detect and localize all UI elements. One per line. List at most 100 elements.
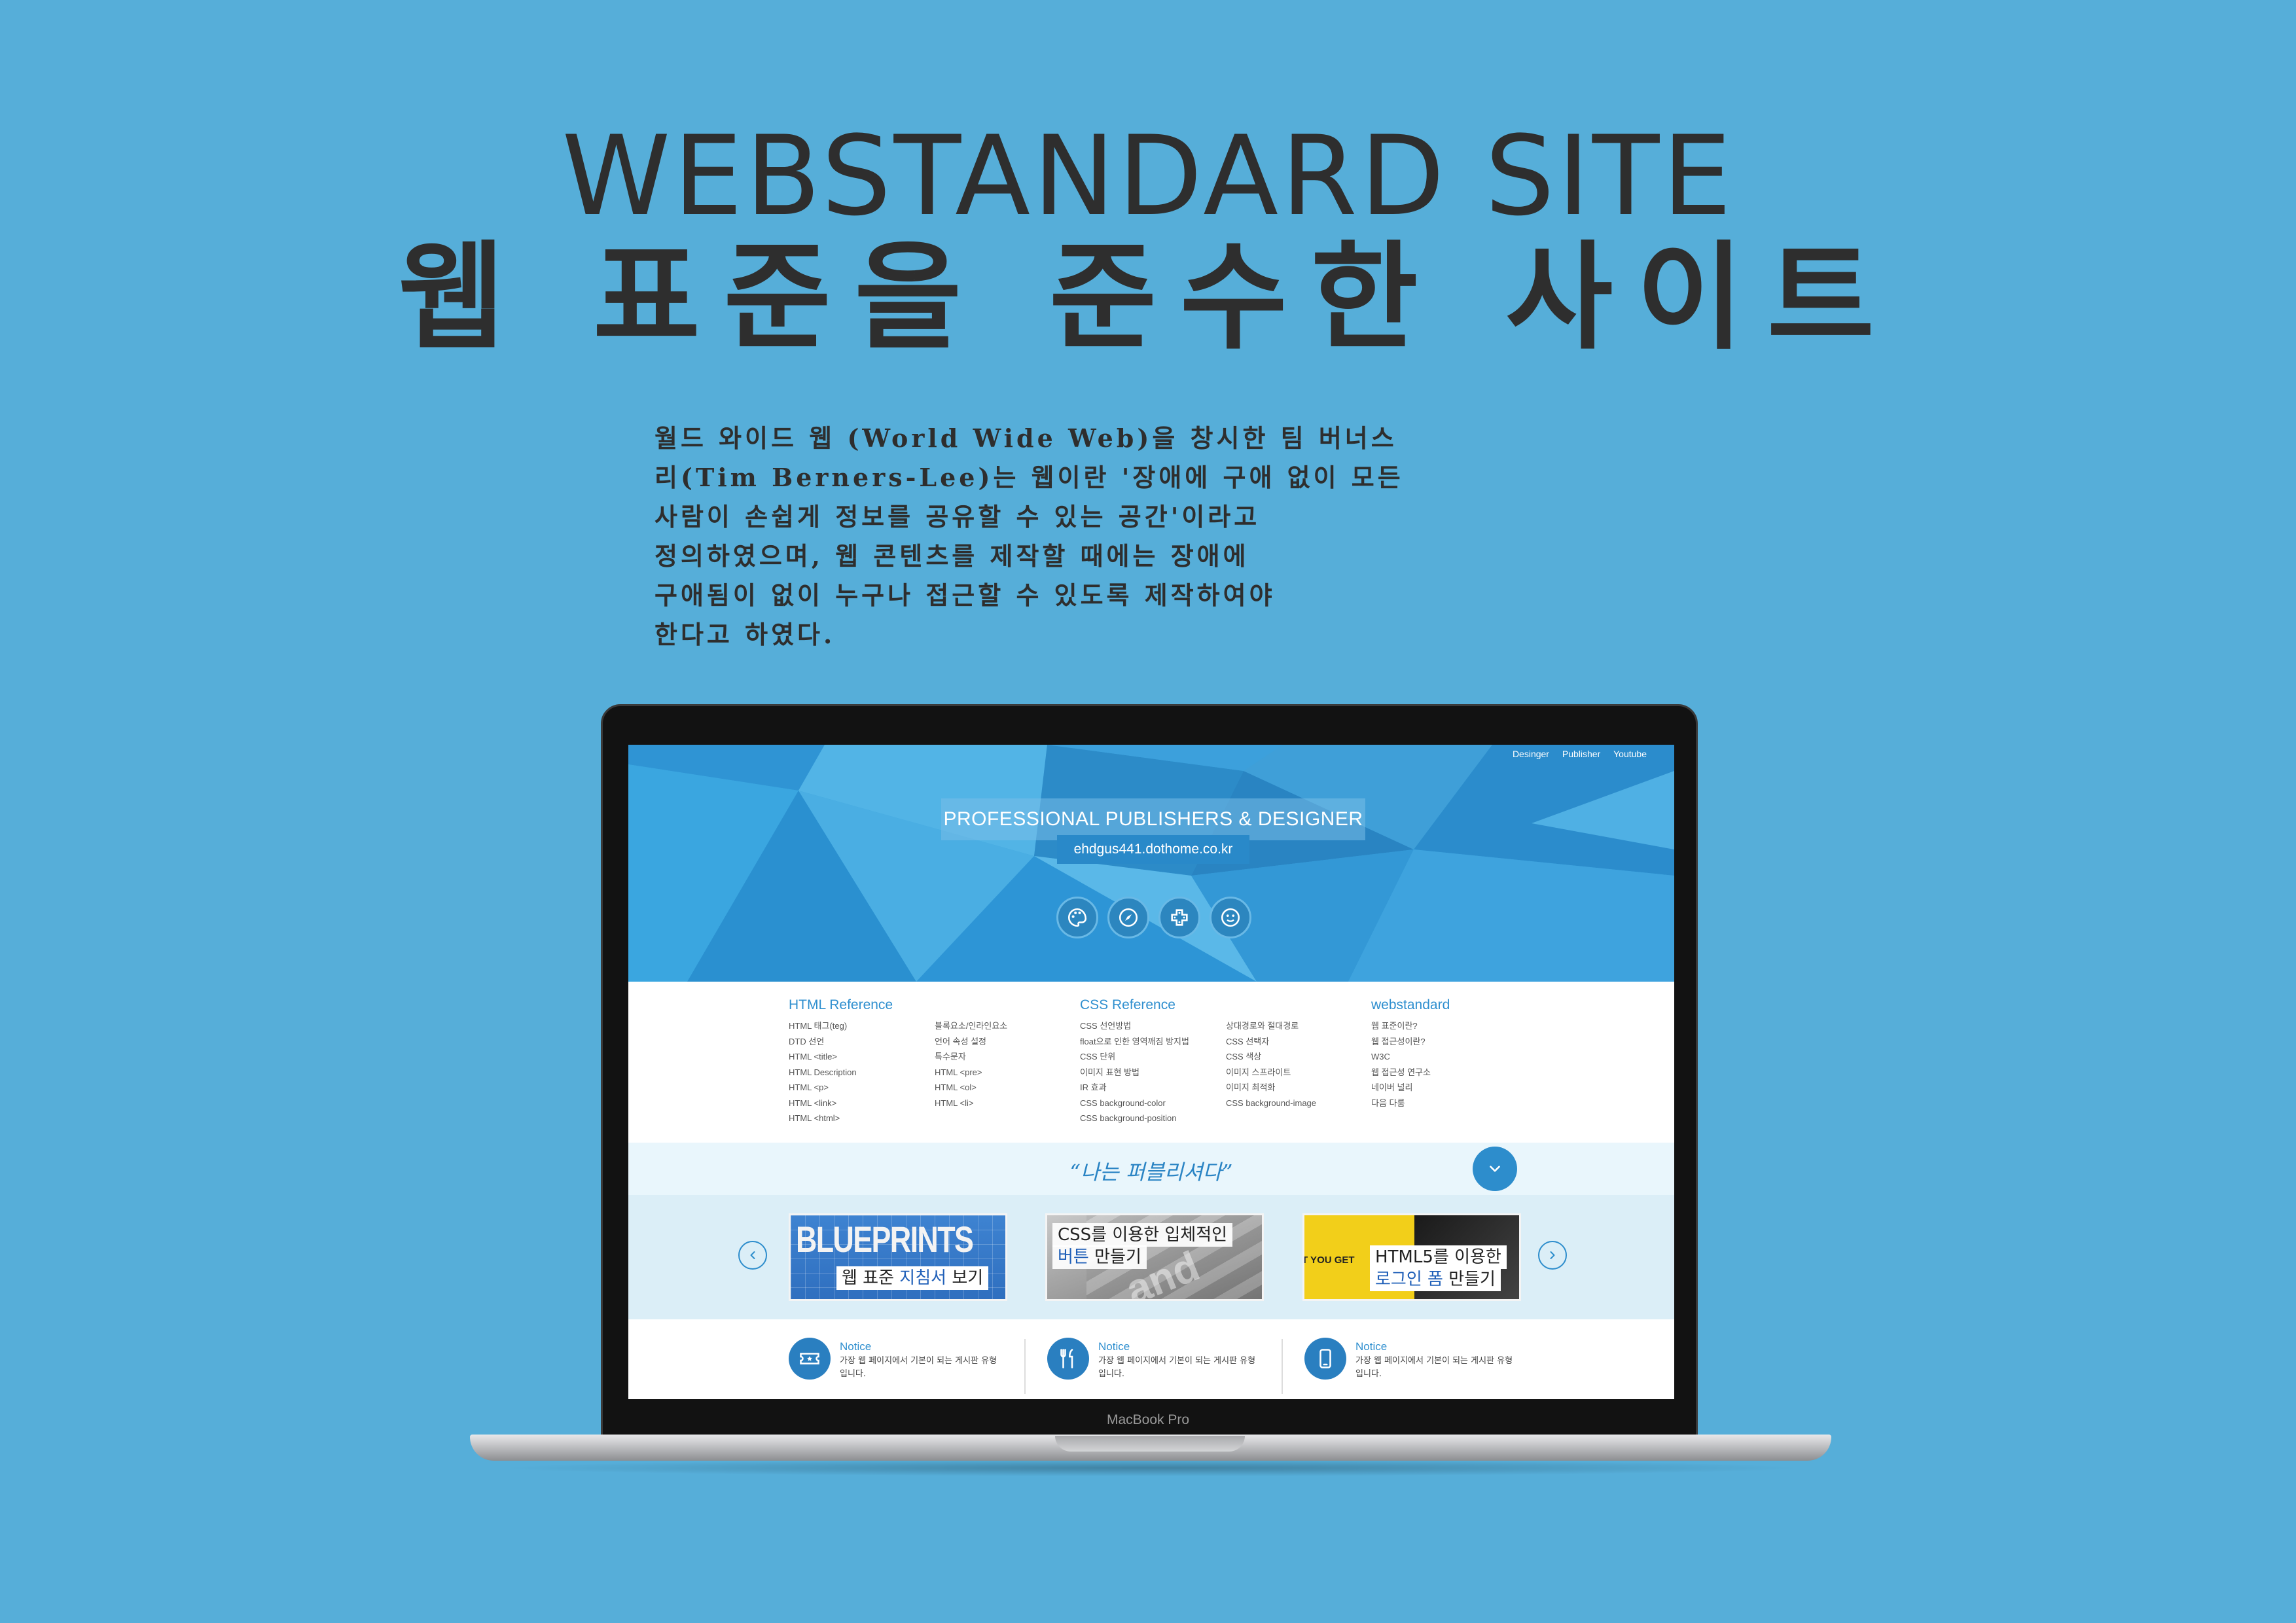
nav-publisher-link[interactable]: Publisher [1562, 749, 1600, 759]
laptop-screen: Desinger Publisher Youtube PROFESSIONAL … [628, 745, 1674, 1399]
ref-link[interactable]: HTML <pre> [935, 1065, 1007, 1080]
ref-link[interactable]: DTD 선언 [789, 1034, 857, 1050]
chevron-down-icon [1490, 1166, 1500, 1172]
divider [1024, 1339, 1026, 1394]
ref-link[interactable]: HTML 태그(teg) [789, 1018, 857, 1034]
ref-link[interactable]: 웹 접근성이란? [1371, 1034, 1431, 1050]
banner-css-button[interactable]: and inte CSS를 이용한 입체적인 버튼 만들기 [1045, 1213, 1264, 1301]
caption-highlight: 지침서 [899, 1268, 947, 1288]
banner-login-form[interactable]: T YOU GET HTML5를 이용한 로그인 폼 만들기 [1302, 1213, 1521, 1301]
intro-line: 리(Tim Berners-Lee)는 웹이란 '장애에 구애 없이 모든 [655, 463, 1404, 492]
ref-link[interactable]: 이미지 표현 방법 [1080, 1065, 1189, 1080]
webstandard-list: 웹 표준이란? 웹 접근성이란? W3C 웹 접근성 연구소 네이버 널리 다음… [1371, 1018, 1431, 1111]
ticket-icon [789, 1338, 831, 1380]
banner-image-text: BLUEPRINTS [796, 1219, 974, 1260]
banner-caption-line2: 버튼 만들기 [1052, 1245, 1147, 1269]
palette-icon[interactable] [1056, 897, 1098, 938]
notice-card[interactable]: Notice 가장 웹 페이지에서 기본이 되는 게시판 유형입니다. [1047, 1338, 1263, 1393]
ref-link[interactable]: 블록요소/인라인요소 [935, 1018, 1007, 1034]
notice-title: Notice [1355, 1340, 1388, 1353]
ref-link[interactable]: CSS 선택자 [1226, 1034, 1316, 1050]
headline-english: WEBSTANDARD SITE [562, 112, 1734, 240]
ref-link[interactable]: HTML <html> [789, 1111, 857, 1126]
banner-caption-line2: 로그인 폼 만들기 [1370, 1268, 1501, 1291]
ref-link[interactable]: float으로 인한 영역깨짐 방지법 [1080, 1034, 1189, 1050]
face-icon[interactable] [1210, 897, 1251, 938]
ref-link[interactable]: CSS 선언방법 [1080, 1018, 1189, 1034]
site-hero: Desinger Publisher Youtube PROFESSIONAL … [628, 745, 1674, 982]
ref-link[interactable]: 특수문자 [935, 1049, 1007, 1065]
ref-link[interactable]: CSS background-color [1080, 1096, 1189, 1111]
webstandard-heading[interactable]: webstandard [1371, 997, 1450, 1013]
html-reference-list-2: 블록요소/인라인요소 언어 속성 설정 특수문자 HTML <pre> HTML… [935, 1018, 1007, 1111]
caption-highlight: 버튼 [1058, 1247, 1089, 1267]
intro-line: 한다고 하였다. [655, 620, 836, 649]
caption-text: 보기 [946, 1268, 984, 1288]
banner-caption: 웹 표준 지침서 보기 [836, 1266, 989, 1290]
ref-link[interactable]: IR 효과 [1080, 1080, 1189, 1096]
ref-link[interactable]: 웹 접근성 연구소 [1371, 1065, 1431, 1080]
ref-link[interactable]: CSS 단위 [1080, 1049, 1189, 1065]
ref-link[interactable]: HTML <li> [935, 1096, 1007, 1111]
intro-line: 사람이 손쉽게 정보를 공유할 수 있는 공간'이라고 [655, 502, 1261, 531]
laptop-model-label: MacBook Pro [1106, 1412, 1190, 1427]
notice-title: Notice [840, 1340, 872, 1353]
caption-text: 웹 표준 [842, 1268, 900, 1288]
banner-image-text: T YOU GET [1302, 1255, 1355, 1266]
nav-designer-link[interactable]: Desinger [1513, 749, 1549, 759]
ref-link[interactable]: CSS 색상 [1226, 1049, 1316, 1065]
intro-line: 구애됨이 없이 누구나 접근할 수 있도록 제작하여야 [655, 580, 1276, 610]
ref-link[interactable]: 다음 다룸 [1371, 1096, 1431, 1111]
ref-link[interactable]: 언어 속성 설정 [935, 1034, 1007, 1050]
ref-link[interactable]: 이미지 최적화 [1226, 1080, 1316, 1096]
slogan-bar: “나는 퍼블리셔다” [628, 1143, 1674, 1195]
intro-paragraph: 월드 와이드 웹 (World Wide Web)을 창시한 팀 버너스 리(T… [655, 419, 1617, 654]
site-top-nav: Desinger Publisher Youtube [1502, 749, 1647, 759]
ref-link[interactable]: 네이버 널리 [1371, 1080, 1431, 1096]
ref-link[interactable]: 상대경로와 절대경로 [1226, 1018, 1316, 1034]
caption-text: 만들기 [1443, 1270, 1496, 1289]
ref-link[interactable]: CSS background-image [1226, 1096, 1316, 1111]
ref-link[interactable]: HTML <p> [789, 1080, 857, 1096]
carousel-next-button[interactable] [1538, 1241, 1567, 1270]
ref-link[interactable]: W3C [1371, 1049, 1431, 1065]
ref-link[interactable]: 이미지 스프라이트 [1226, 1065, 1316, 1080]
carousel-prev-button[interactable] [738, 1241, 767, 1270]
ref-link[interactable]: HTML <link> [789, 1096, 857, 1111]
intro-line: 월드 와이드 웹 (World Wide Web)을 창시한 팀 버너스 [655, 423, 1397, 453]
banner-caption-line1: HTML5를 이용한 [1370, 1245, 1507, 1269]
ref-link[interactable]: HTML Description [789, 1065, 857, 1080]
laptop-base-notch [1055, 1436, 1245, 1452]
ref-link[interactable]: HTML <title> [789, 1049, 857, 1065]
laptop-shadow [497, 1459, 1806, 1476]
headline-korean: 웹 표준을 준수한 사이트 [398, 228, 1898, 365]
css-reference-heading[interactable]: CSS Reference [1080, 997, 1175, 1013]
hero-url[interactable]: ehdgus441.dothome.co.kr [1057, 835, 1249, 864]
css-reference-list-2: 상대경로와 절대경로 CSS 선택자 CSS 색상 이미지 스프라이트 이미지 … [1226, 1018, 1316, 1111]
divider [1282, 1339, 1283, 1394]
nav-youtube-link[interactable]: Youtube [1613, 749, 1647, 759]
css-reference-list: CSS 선언방법 float으로 인한 영역깨짐 방지법 CSS 단위 이미지 … [1080, 1018, 1189, 1126]
notice-card[interactable]: Notice 가장 웹 페이지에서 기본이 되는 게시판 유형입니다. [1304, 1338, 1520, 1393]
notice-description: 가장 웹 페이지에서 기본이 되는 게시판 유형입니다. [840, 1356, 997, 1379]
gamepad-icon[interactable] [1158, 897, 1200, 938]
banner-blueprints[interactable]: BLUEPRINTS 웹 표준 지침서 보기 [789, 1213, 1007, 1301]
compass-icon[interactable] [1107, 897, 1149, 938]
ref-link[interactable]: 웹 표준이란? [1371, 1018, 1431, 1034]
notice-title: Notice [1098, 1340, 1130, 1353]
ref-link[interactable]: CSS background-position [1080, 1111, 1189, 1126]
chevron-right-icon [1550, 1251, 1555, 1259]
caption-highlight: 로그인 폼 [1375, 1270, 1443, 1289]
banner-carousel: BLUEPRINTS 웹 표준 지침서 보기 and inte CSS를 이용한… [628, 1195, 1674, 1319]
intro-line: 정의하였으며, 웹 콘텐츠를 제작할 때에는 장애에 [655, 541, 1249, 571]
ref-link[interactable]: HTML <ol> [935, 1080, 1007, 1096]
caption-text: 만들기 [1088, 1247, 1141, 1267]
scroll-down-button[interactable] [1473, 1147, 1517, 1191]
mobile-icon [1304, 1338, 1346, 1380]
reference-section: HTML Reference HTML 태그(teg) DTD 선언 HTML … [628, 982, 1674, 1143]
notice-card[interactable]: Notice 가장 웹 페이지에서 기본이 되는 게시판 유형입니다. [789, 1338, 1005, 1393]
html-reference-heading[interactable]: HTML Reference [789, 997, 893, 1013]
notice-section: Notice 가장 웹 페이지에서 기본이 되는 게시판 유형입니다. Noti… [628, 1319, 1674, 1399]
chevron-left-icon [750, 1251, 755, 1259]
notice-description: 가장 웹 페이지에서 기본이 되는 게시판 유형입니다. [1355, 1356, 1513, 1379]
